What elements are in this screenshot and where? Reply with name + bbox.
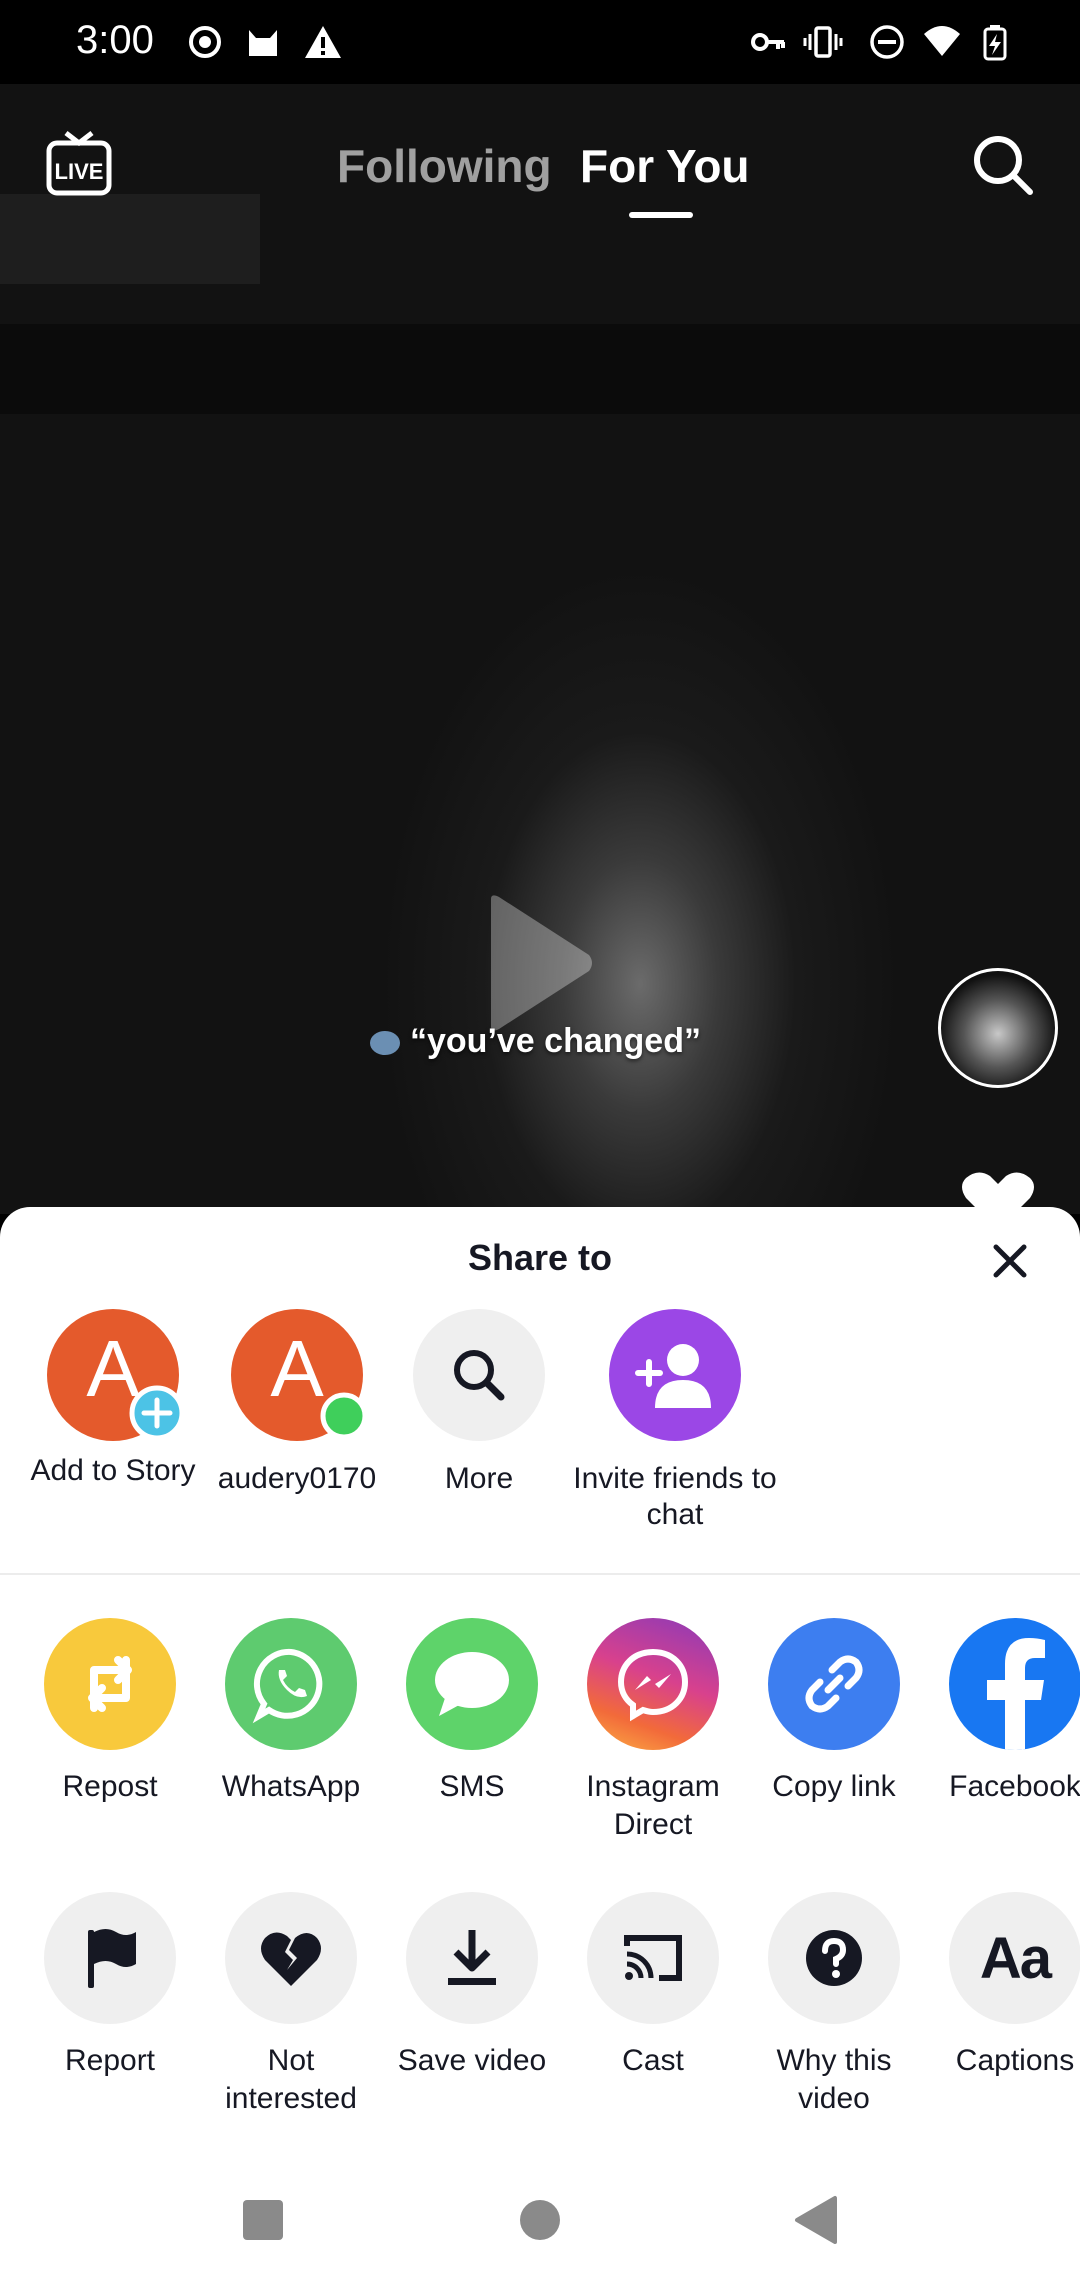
contact-label: Add to Story: [13, 1453, 213, 1489]
plus-icon: [129, 1385, 185, 1441]
online-status-icon: [320, 1392, 368, 1440]
more-circle: [413, 1309, 545, 1441]
share-sheet: Share to A Add to Story A audery0170 Mor…: [0, 1207, 1080, 2280]
share-copy-link[interactable]: Copy link: [744, 1618, 924, 1806]
sms-icon: [435, 1652, 509, 1716]
not-interested-circle: [225, 1892, 357, 2024]
facebook-circle: [949, 1618, 1080, 1750]
captions-circle: Aa: [949, 1892, 1080, 2024]
whatsapp-icon: [252, 1648, 323, 1724]
vpn-key-icon: [751, 33, 785, 51]
cast-circle: [587, 1892, 719, 2024]
question-icon: [806, 1930, 862, 1986]
video-caption: “you’ve changed”: [370, 1022, 701, 1061]
action-label: Cast: [622, 2044, 684, 2077]
app-label: Repost: [62, 1770, 158, 1803]
sms-circle: [406, 1618, 538, 1750]
close-icon[interactable]: [986, 1237, 1034, 1285]
app-label: SMS: [439, 1770, 505, 1803]
share-whatsapp[interactable]: WhatsApp: [201, 1618, 381, 1806]
repost-circle: [44, 1618, 176, 1750]
home-icon[interactable]: [510, 2190, 570, 2250]
contact-add-to-story[interactable]: A Add to Story: [13, 1309, 213, 1489]
creator-avatar[interactable]: [938, 968, 1058, 1088]
facebook-icon: [987, 1638, 1045, 1750]
svg-text:LIVE: LIVE: [55, 159, 104, 184]
add-person-icon: [635, 1344, 711, 1408]
action-report[interactable]: Report: [20, 1892, 200, 2080]
download-icon: [448, 1930, 496, 1985]
share-facebook[interactable]: Facebook: [925, 1618, 1080, 1806]
tab-for-you[interactable]: For You: [580, 139, 750, 193]
invite-circle: [609, 1309, 741, 1441]
whatsapp-circle: [225, 1618, 357, 1750]
action-label: Report: [64, 2044, 156, 2077]
action-label: Captions: [955, 2044, 1075, 2077]
contact-invite-friends[interactable]: Invite friends to chat: [573, 1309, 777, 1533]
back-icon[interactable]: [787, 2190, 847, 2250]
action-why-this-video[interactable]: Why this video: [744, 1892, 924, 2118]
flag-icon: [88, 1929, 136, 1988]
video-caption-text: “you’ve changed”: [410, 1022, 701, 1060]
contact-label-text: Add to Story: [30, 1454, 196, 1487]
top-nav: LIVE Following For You: [0, 84, 1080, 234]
action-not-interested[interactable]: Not interested: [201, 1892, 381, 2118]
captions-icon: Aa: [979, 1925, 1052, 1991]
report-circle: [44, 1892, 176, 2024]
app-label: Instagram Direct: [586, 1770, 720, 1841]
tab-active-indicator: [629, 212, 693, 218]
tab-following[interactable]: Following: [337, 139, 552, 193]
messenger-icon: [617, 1648, 689, 1722]
dnd-icon: [870, 25, 904, 59]
action-label: Save video: [397, 2044, 547, 2077]
contact-label: Invite friends to chat: [573, 1462, 777, 1531]
status-time: 3:00: [76, 18, 154, 62]
record-icon: [189, 26, 221, 58]
contact-audery0170[interactable]: A audery0170: [197, 1309, 397, 1497]
app-label: Copy link: [772, 1770, 896, 1803]
cast-icon: [624, 1935, 682, 1981]
link-icon: [805, 1655, 863, 1713]
save-video-circle: [406, 1892, 538, 2024]
vibrate-icon: [803, 26, 843, 58]
speech-bubble-icon: [370, 1031, 400, 1056]
cat-icon: [249, 30, 277, 56]
contact-more[interactable]: More: [379, 1309, 579, 1497]
action-label: Why this video: [776, 2044, 892, 2115]
divider: [0, 1573, 1080, 1575]
share-sms[interactable]: SMS: [382, 1618, 562, 1806]
play-icon[interactable]: [485, 893, 595, 1033]
battery-icon: [983, 25, 1007, 61]
action-cast[interactable]: Cast: [563, 1892, 743, 2080]
video-background: [0, 324, 1080, 414]
wifi-icon: [924, 26, 960, 56]
status-bar: 3:00: [0, 0, 1080, 84]
broken-heart-icon: [261, 1932, 321, 1986]
search-icon[interactable]: [970, 132, 1036, 198]
app-label: WhatsApp: [221, 1770, 361, 1803]
warning-icon: [305, 26, 341, 58]
avatar: A: [231, 1309, 368, 1441]
app-label: Facebook: [949, 1770, 1080, 1803]
share-repost[interactable]: Repost: [20, 1618, 200, 1806]
recents-icon[interactable]: [233, 2190, 293, 2250]
sheet-title: Share to: [467, 1237, 613, 1278]
share-instagram-direct[interactable]: Instagram Direct: [563, 1618, 743, 1844]
action-save-video[interactable]: Save video: [382, 1892, 562, 2080]
why-circle: [768, 1892, 900, 2024]
instagram-circle: [587, 1618, 719, 1750]
copy-link-circle: [768, 1618, 900, 1750]
action-label: Not interested: [225, 2044, 357, 2115]
contact-label: audery0170: [217, 1462, 377, 1495]
live-icon[interactable]: LIVE: [44, 129, 114, 199]
action-captions[interactable]: Aa Captions: [925, 1892, 1080, 2080]
repost-icon: [88, 1656, 132, 1712]
search-icon: [454, 1350, 505, 1401]
avatar: A: [47, 1309, 185, 1441]
contact-label: More: [444, 1462, 514, 1495]
system-nav-bar: [0, 2160, 1080, 2280]
